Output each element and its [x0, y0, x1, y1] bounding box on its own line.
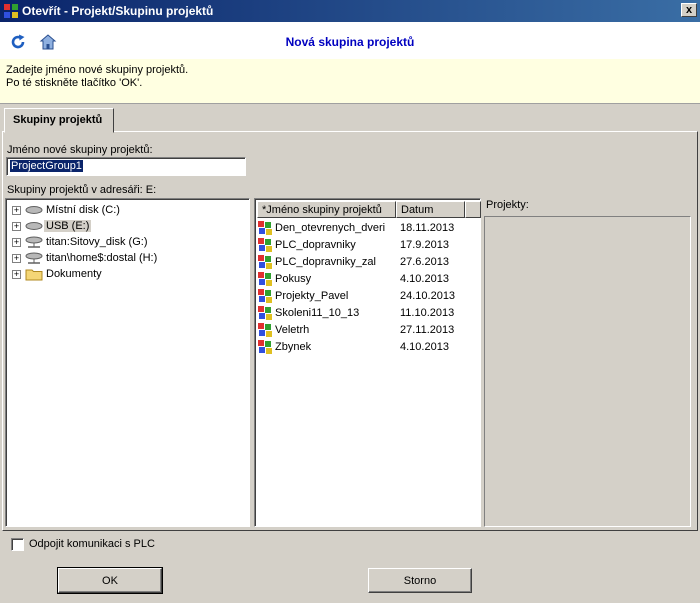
- project-group-icon: [258, 255, 272, 269]
- folder-icon: [25, 269, 43, 281]
- project-group-icon: [258, 238, 272, 252]
- tree-item-label: Dokumenty: [46, 268, 102, 280]
- list-item-name: PLC_dopravniky: [275, 239, 356, 251]
- ok-button[interactable]: OK: [57, 567, 163, 594]
- project-group-icon: [258, 306, 272, 320]
- cancel-button[interactable]: Storno: [368, 568, 472, 593]
- project-group-icon: [258, 221, 272, 235]
- app-icon: [4, 4, 18, 18]
- dialog-window: Otevřít - Projekt/Skupinu projektů x Nov…: [0, 0, 700, 603]
- column-header-name[interactable]: *Jméno skupiny projektů: [257, 201, 396, 218]
- project-group-list[interactable]: *Jméno skupiny projektů Datum Den_otevre…: [254, 198, 481, 527]
- drive-tree[interactable]: + Místní disk (C:) + USB (E:) + titan:Si…: [5, 198, 250, 527]
- tree-item-label: titan:Sitovy_disk (G:): [46, 236, 148, 248]
- column-header-date-label: Datum: [401, 204, 434, 216]
- tab-strip: Skupiny projektů: [0, 106, 700, 133]
- list-item[interactable]: PLC_dopravniky_zal 27.6.2013: [257, 254, 477, 271]
- list-item-date: 27.11.2013: [400, 324, 455, 336]
- list-item-date: 18.11.2013: [400, 222, 455, 234]
- list-item-date: 17.9.2013: [400, 239, 449, 251]
- list-item-name: Projekty_Pavel: [275, 290, 349, 302]
- group-name-value: ProjectGroup1: [10, 160, 83, 172]
- list-item-name: Zbynek: [275, 341, 312, 353]
- column-header-date[interactable]: Datum: [396, 201, 465, 218]
- list-item-date: 4.10.2013: [400, 341, 449, 353]
- list-item[interactable]: Den_otevrenych_dveri 18.11.2013: [257, 220, 477, 237]
- close-icon: x: [685, 4, 693, 16]
- info-line-2: Po té stiskněte tlačítko 'OK'.: [6, 77, 143, 89]
- list-item-name: Veletrh: [275, 324, 310, 336]
- tree-item-label: Místní disk (C:): [46, 204, 120, 216]
- list-item-date: 24.10.2013: [400, 290, 456, 302]
- disconnect-plc-label[interactable]: Odpojit komunikaci s PLC: [29, 538, 155, 550]
- network-drive-icon: [25, 236, 43, 248]
- list-item-date: 4.10.2013: [400, 273, 449, 285]
- list-item-date: 11.10.2013: [400, 307, 455, 319]
- expand-icon[interactable]: +: [12, 254, 21, 263]
- list-item[interactable]: Zbynek 4.10.2013: [257, 339, 477, 356]
- expand-icon[interactable]: +: [12, 238, 21, 247]
- list-item[interactable]: Projekty_Pavel 24.10.2013: [257, 288, 477, 305]
- window-title: Otevřít - Projekt/Skupinu projektů: [22, 4, 214, 18]
- hard-drive-icon: [25, 206, 43, 214]
- list-item-name: Pokusy: [275, 273, 312, 285]
- group-name-input[interactable]: ProjectGroup1: [6, 157, 246, 176]
- list-item[interactable]: Skoleni11_10_13 11.10.2013: [257, 305, 477, 322]
- expand-icon[interactable]: +: [12, 270, 21, 279]
- project-group-icon: [258, 340, 272, 354]
- info-panel: Zadejte jméno nové skupiny projektů. Po …: [0, 59, 700, 104]
- column-header-filler: [465, 201, 481, 218]
- tree-item-label: titan\home$:dostal (H:): [46, 252, 158, 264]
- directory-label: Skupiny projektů v adresáři: E:: [7, 184, 157, 196]
- close-button[interactable]: x: [681, 3, 697, 17]
- list-item-name: Den_otevrenych_dveri: [275, 222, 386, 234]
- toolbar-header: Nová skupina projektů: [0, 22, 700, 59]
- list-item[interactable]: PLC_dopravniky 17.9.2013: [257, 237, 477, 254]
- project-group-icon: [258, 323, 272, 337]
- tree-item-label: USB (E:): [44, 220, 92, 232]
- projects-panel[interactable]: [484, 216, 691, 527]
- title-bar[interactable]: Otevřít - Projekt/Skupinu projektů x: [0, 0, 700, 22]
- list-item-name: PLC_dopravniky_zal: [275, 256, 376, 268]
- expand-icon[interactable]: +: [12, 206, 21, 215]
- info-line-1: Zadejte jméno nové skupiny projektů.: [6, 64, 189, 76]
- project-group-icon: [258, 272, 272, 286]
- list-item[interactable]: Veletrh 27.11.2013: [257, 322, 477, 339]
- list-header: *Jméno skupiny projektů Datum: [257, 201, 481, 218]
- name-field-label: Jméno nové skupiny projektů:: [7, 144, 153, 156]
- usb-drive-icon: [25, 222, 43, 230]
- project-group-icon: [258, 289, 272, 303]
- disconnect-plc-checkbox[interactable]: [11, 538, 24, 551]
- tab-project-groups[interactable]: Skupiny projektů: [4, 108, 114, 133]
- list-item-date: 27.6.2013: [400, 256, 449, 268]
- projects-label: Projekty:: [486, 199, 529, 211]
- header-title: Nová skupina projektů: [285, 35, 415, 49]
- expand-icon[interactable]: +: [12, 222, 21, 231]
- list-item-name: Skoleni11_10_13: [275, 307, 360, 319]
- network-drive-icon: [25, 252, 43, 264]
- list-item[interactable]: Pokusy 4.10.2013: [257, 271, 477, 288]
- column-header-name-label: Jméno skupiny projektů: [266, 204, 382, 216]
